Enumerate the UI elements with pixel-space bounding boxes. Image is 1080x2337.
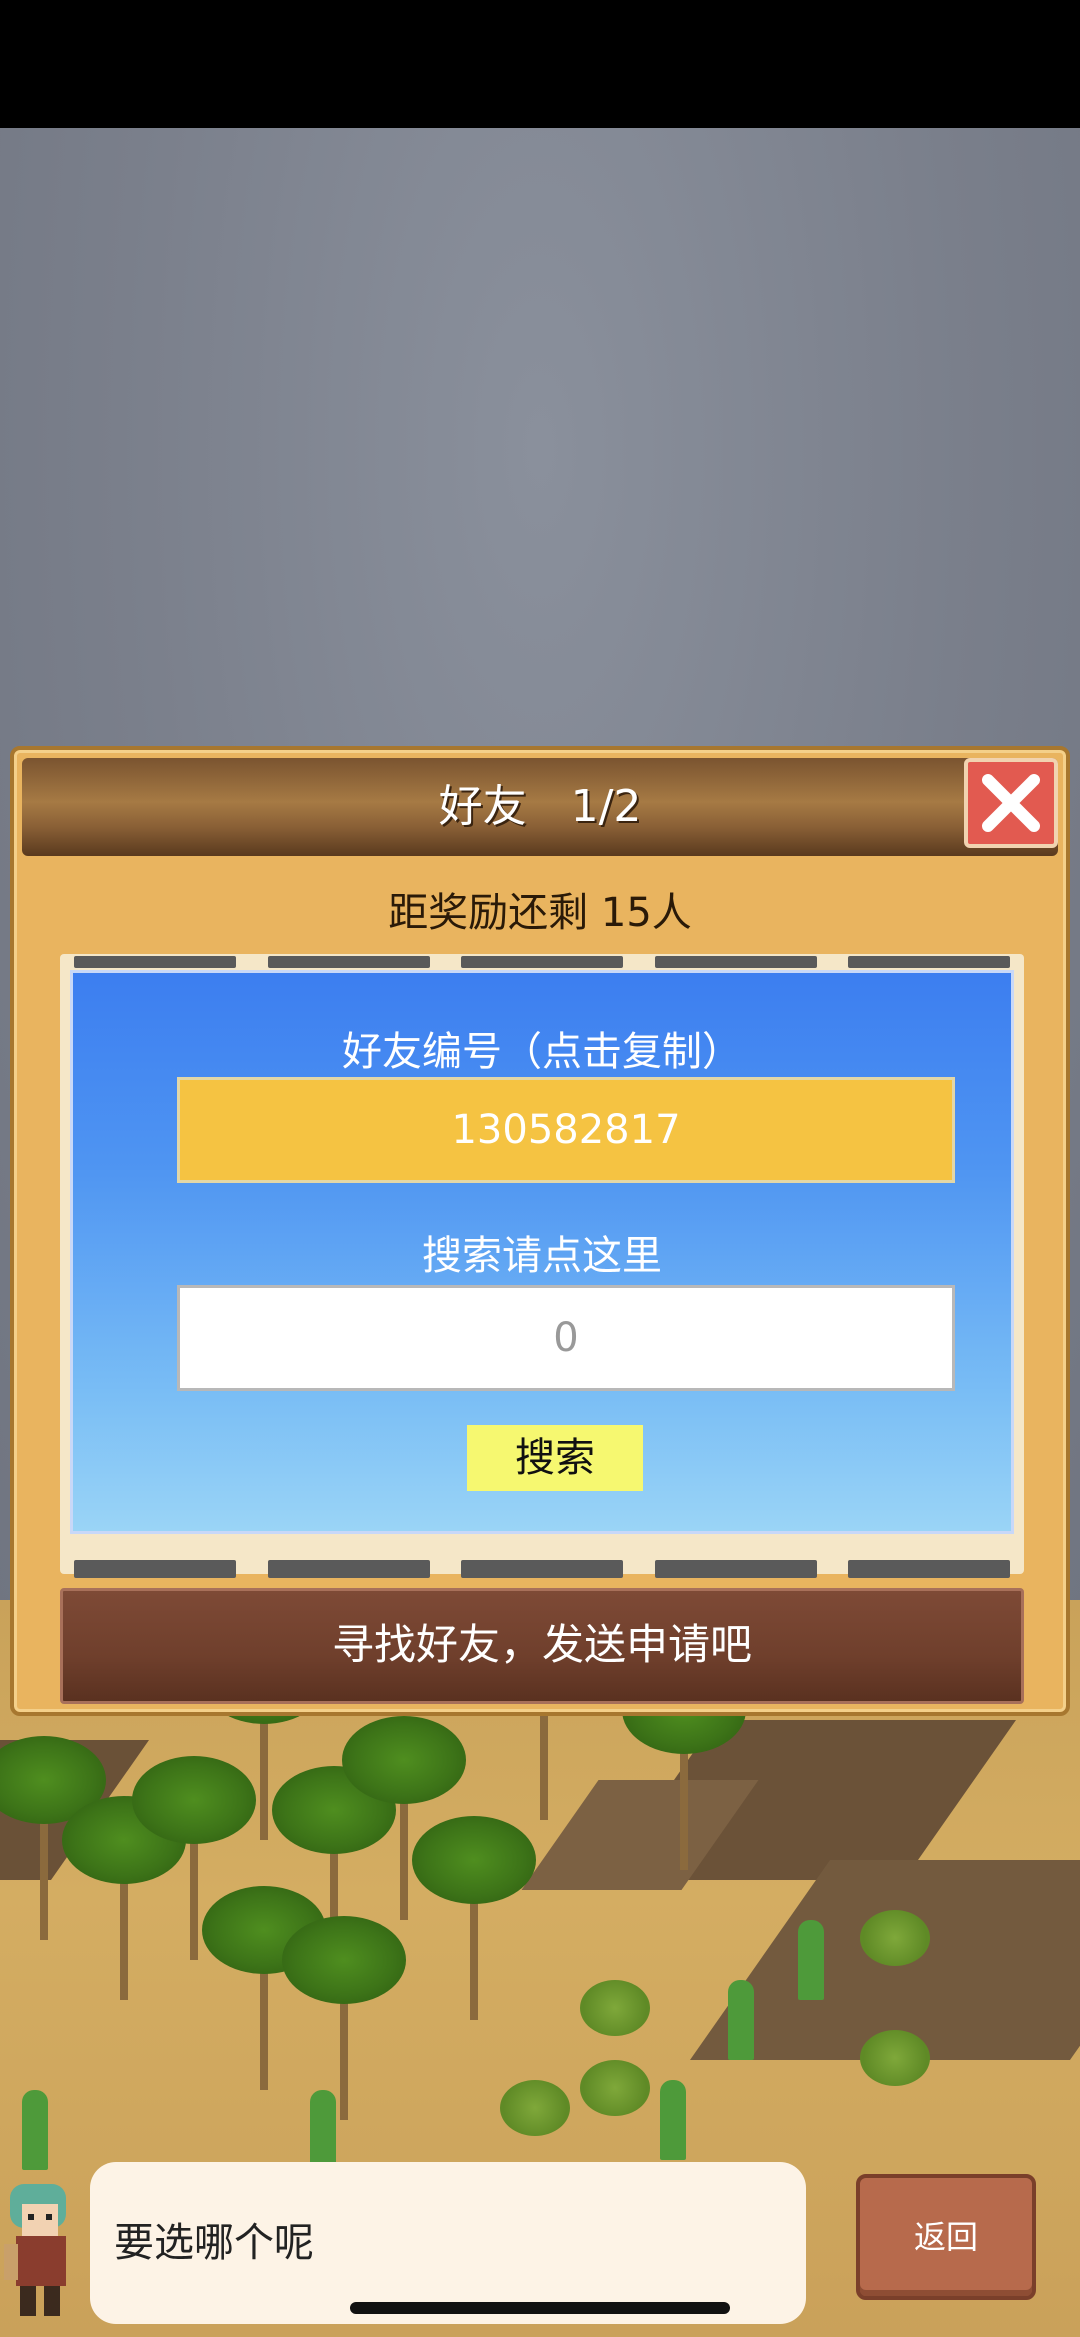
palm-tree <box>0 1736 106 1940</box>
bush <box>580 1980 650 2036</box>
tab-marker <box>74 1560 236 1578</box>
search-hint-label: 搜索请点这里 <box>422 1233 662 1279</box>
tab-strip-top <box>74 956 1010 968</box>
tab-marker <box>461 956 623 968</box>
bush <box>500 2080 570 2136</box>
close-icon <box>982 774 1040 832</box>
tab-marker <box>654 1560 817 1578</box>
tab-strip-bottom <box>74 1560 1010 1578</box>
cactus <box>728 1980 754 2060</box>
character-avatar <box>4 2184 66 2316</box>
dialog-header: 好友 1/2 <box>22 758 1058 856</box>
dialog-title: 好友 1/2 <box>438 781 642 832</box>
tab-marker <box>74 956 236 968</box>
status-bar <box>0 0 1080 128</box>
palm-tree <box>342 1716 466 1920</box>
palm-tree <box>622 1666 746 1870</box>
reward-remaining-text: 距奖励还剩 15人 <box>388 890 692 936</box>
tab-marker <box>267 1560 430 1578</box>
send-request-banner[interactable]: 寻找好友，发送申请吧 <box>60 1588 1024 1704</box>
friend-panel: 好友编号（点击复制） 130582817 搜索请点这里 0 搜索 <box>70 970 1014 1534</box>
friends-dialog: 好友 1/2 距奖励还剩 15人 好友编号（点击复制） 130582817 搜索… <box>10 746 1070 1716</box>
friend-id-label: 好友编号（点击复制） <box>342 1029 742 1075</box>
cactus <box>798 1920 824 2000</box>
friend-search-input[interactable]: 0 <box>177 1285 955 1391</box>
speech-bubble: 要选哪个呢 <box>90 2162 806 2324</box>
palm-tree <box>202 1886 326 2090</box>
palm-tree <box>132 1756 256 1960</box>
friend-id-copy-button[interactable]: 130582817 <box>177 1077 955 1183</box>
bush <box>580 2060 650 2116</box>
tab-marker <box>848 1560 1010 1578</box>
tab-marker <box>654 956 817 968</box>
home-indicator[interactable] <box>350 2302 730 2314</box>
cactus <box>22 2090 48 2170</box>
palm-tree <box>412 1816 536 2020</box>
tab-marker <box>461 1560 623 1578</box>
close-button[interactable] <box>964 758 1058 848</box>
back-button[interactable]: 返回 <box>856 2174 1036 2300</box>
cactus <box>660 2080 686 2160</box>
cactus <box>310 2090 336 2170</box>
tab-marker <box>848 956 1010 968</box>
tab-marker <box>267 956 430 968</box>
bush <box>860 2030 930 2086</box>
search-button[interactable]: 搜索 <box>467 1425 643 1491</box>
speech-text: 要选哪个呢 <box>114 2220 314 2266</box>
palm-tree <box>282 1916 406 2120</box>
palm-tree <box>62 1796 186 2000</box>
bush <box>860 1910 930 1966</box>
